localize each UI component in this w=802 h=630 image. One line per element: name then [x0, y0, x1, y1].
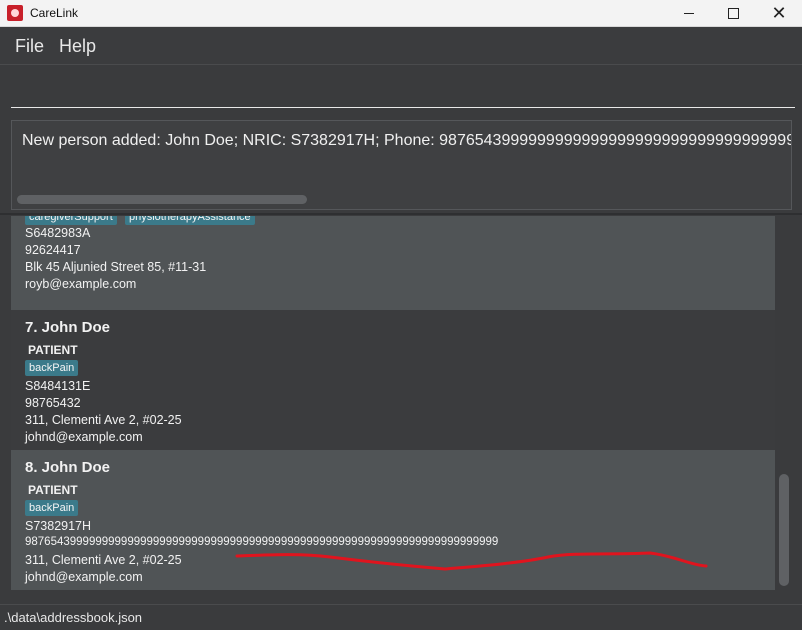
- person-role: PATIENT: [28, 483, 78, 497]
- person-nric: S6482983A: [25, 226, 91, 240]
- person-email: royb@example.com: [25, 277, 137, 291]
- person-email: johnd@example.com: [25, 570, 143, 584]
- tag-badge: backPain: [25, 500, 79, 516]
- person-phone: 9876543999999999999999999999999999999999…: [25, 536, 499, 548]
- menu-help[interactable]: Help: [59, 36, 96, 57]
- person-address: 311, Clementi Ave 2, #02-25: [25, 413, 182, 427]
- storage-path: .\data\addressbook.json: [4, 610, 143, 625]
- person-list[interactable]: caregiverSupport physiotherapyAssistance…: [11, 216, 790, 592]
- divider: [0, 213, 802, 215]
- person-address: Blk 45 Aljunied Street 85, #11-31: [25, 260, 207, 274]
- person-nric: S8484131E: [25, 379, 91, 393]
- menu-bar: File Help: [0, 27, 802, 65]
- person-card[interactable]: caregiverSupport physiotherapyAssistance…: [11, 216, 775, 310]
- result-message: New person added: John Doe; NRIC: S73829…: [22, 132, 791, 149]
- minimize-button[interactable]: [666, 0, 712, 26]
- vertical-scrollbar[interactable]: [779, 474, 789, 586]
- horizontal-scrollbar[interactable]: [17, 195, 307, 204]
- result-display[interactable]: New person added: John Doe; NRIC: S73829…: [11, 120, 792, 210]
- person-nric: S7382917H: [25, 519, 92, 533]
- person-address: 311, Clementi Ave 2, #02-25: [25, 553, 182, 567]
- command-box: [0, 65, 802, 117]
- command-input[interactable]: [11, 73, 795, 108]
- maximize-icon: [727, 7, 739, 19]
- menu-file[interactable]: File: [15, 36, 44, 57]
- close-button[interactable]: ✕: [756, 0, 802, 26]
- app-logo-icon: [7, 5, 23, 21]
- person-phone: 92624417: [25, 243, 81, 257]
- tag-badge: backPain: [25, 360, 79, 376]
- window-title: CareLink: [30, 6, 79, 20]
- tag-badge: caregiverSupport: [25, 216, 117, 225]
- person-name: 7. John Doe: [25, 319, 111, 336]
- status-bar: .\data\addressbook.json: [0, 604, 802, 630]
- person-role: PATIENT: [28, 343, 78, 357]
- person-phone: 98765432: [25, 396, 81, 410]
- minimize-icon: [684, 12, 694, 14]
- person-email: johnd@example.com: [25, 430, 143, 444]
- close-icon: ✕: [771, 2, 787, 24]
- tag-badge: physiotherapyAssistance: [125, 216, 255, 225]
- title-bar: CareLink ✕: [0, 0, 802, 27]
- person-name: 8. John Doe: [25, 459, 111, 476]
- person-card[interactable]: 7. John Doe PATIENT backPain S8484131E 9…: [11, 310, 775, 450]
- maximize-button[interactable]: [710, 0, 756, 26]
- person-card[interactable]: 8. John Doe PATIENT backPain S7382917H 9…: [11, 450, 775, 590]
